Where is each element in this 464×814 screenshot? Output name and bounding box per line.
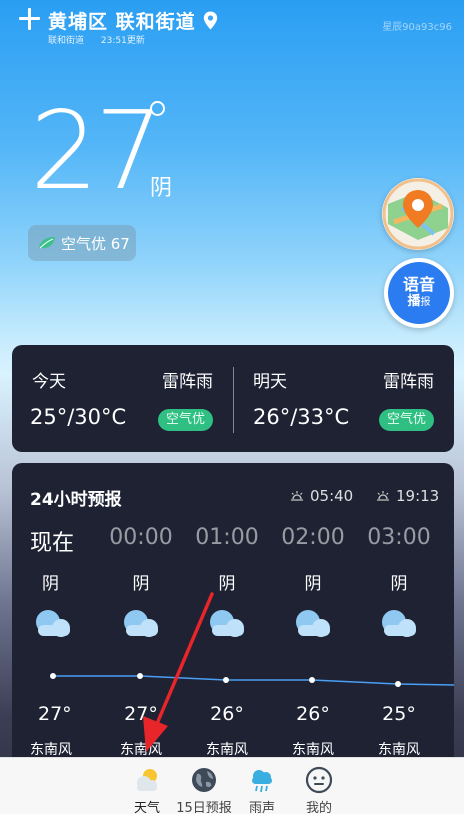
hour-temperature: 26° bbox=[210, 703, 244, 725]
day-summary-card[interactable]: 今天 雷阵雨 25°/30°C 空气优 明天 雷阵雨 26°/33°C 空气优 bbox=[12, 345, 454, 452]
top-bar: 黄埔区 联和街道 联和街道 23:51更新 星辰90a93c96 bbox=[0, 0, 464, 50]
current-condition: 阴 bbox=[150, 176, 173, 201]
cloud-icon bbox=[210, 610, 244, 637]
hour-time: 02:00 bbox=[281, 525, 345, 550]
hour-temperature: 25° bbox=[382, 703, 416, 725]
leaf-icon bbox=[39, 237, 55, 249]
current-temperature: 27 bbox=[30, 89, 163, 214]
hour-condition: 阴 bbox=[42, 574, 59, 594]
tab-mine[interactable]: 我的 bbox=[284, 758, 354, 814]
voice-broadcast-button[interactable]: 语音 播报 bbox=[384, 258, 454, 328]
hour-condition: 阴 bbox=[218, 574, 236, 594]
trend-point bbox=[223, 677, 229, 683]
tomorrow-temp-range: 26°/33°C bbox=[253, 405, 350, 429]
air-quality-text: 空气优 67 bbox=[61, 234, 130, 253]
hour-time: 01:00 bbox=[195, 525, 259, 550]
voice-label-line1: 语音 bbox=[402, 275, 435, 295]
cloud-icon bbox=[124, 610, 158, 637]
update-time: 23:51更新 bbox=[100, 36, 145, 46]
hour-temperature: 26° bbox=[296, 703, 330, 725]
cloud-icon bbox=[36, 610, 70, 637]
voice-broadcast-inner: 语音 播报 bbox=[388, 262, 450, 324]
today-temp-range: 25°/30°C bbox=[30, 405, 127, 429]
location-subtitle: 联和街道 23:51更新 bbox=[48, 33, 145, 46]
weather-icon bbox=[137, 769, 157, 791]
map-button[interactable] bbox=[382, 178, 454, 250]
cloud-icon bbox=[382, 610, 416, 637]
hour-time: 00:00 bbox=[109, 525, 173, 550]
air-quality-badge[interactable]: 空气优 67 bbox=[28, 225, 136, 261]
tomorrow-column[interactable]: 明天 雷阵雨 26°/33°C 空气优 bbox=[233, 345, 454, 452]
cloud-icon bbox=[296, 610, 330, 637]
tomorrow-aqi-badge: 空气优 bbox=[378, 409, 434, 431]
trend-point bbox=[50, 673, 56, 679]
hourly-forecast-card[interactable]: 24小时预报 05:40 19:13 现在 阴 27° 东南风 00:00 阴 … bbox=[12, 463, 454, 773]
hour-wind: 东南风 bbox=[120, 742, 162, 758]
tomorrow-label: 明天 bbox=[253, 372, 287, 392]
hour-wind: 东南风 bbox=[206, 742, 248, 758]
hour-condition: 阴 bbox=[390, 574, 408, 594]
today-aqi-badge: 空气优 bbox=[157, 409, 213, 431]
today-label: 今天 bbox=[32, 372, 66, 392]
today-column[interactable]: 今天 雷阵雨 25°/30°C 空气优 bbox=[12, 345, 233, 452]
sunrise-time: 05:40 bbox=[310, 487, 354, 505]
bottom-tab-bar: 天气 15日预报 雨声 我的 bbox=[0, 757, 464, 814]
rain-cloud-icon bbox=[252, 770, 272, 793]
trend-point bbox=[309, 677, 315, 683]
subtitle-area: 联和街道 bbox=[48, 36, 85, 46]
hour-wind: 东南风 bbox=[30, 742, 72, 758]
sunset: 19:13 bbox=[376, 487, 439, 505]
degree-symbol bbox=[150, 101, 165, 116]
location-pin-icon[interactable] bbox=[203, 11, 218, 30]
star-id-label: 星辰90a93c96 bbox=[382, 22, 452, 33]
sunrise: 05:40 bbox=[290, 487, 353, 505]
hour-temperature: 27° bbox=[38, 703, 72, 725]
sunset-icon bbox=[377, 491, 389, 501]
hour-condition: 阴 bbox=[132, 574, 150, 594]
face-icon bbox=[305, 766, 333, 794]
trend-point bbox=[395, 681, 401, 687]
globe-icon bbox=[192, 768, 216, 792]
hour-time: 03:00 bbox=[367, 525, 431, 550]
add-city-icon[interactable] bbox=[18, 6, 42, 32]
sunset-time: 19:13 bbox=[396, 487, 440, 505]
today-condition: 雷阵雨 bbox=[162, 372, 213, 392]
map-icon bbox=[382, 178, 454, 250]
sunrise-icon bbox=[291, 491, 303, 501]
hour-time: 现在 bbox=[30, 531, 75, 556]
tab-label: 我的 bbox=[305, 801, 332, 814]
hour-condition: 阴 bbox=[304, 574, 322, 594]
voice-label-line2: 播报 bbox=[407, 294, 431, 309]
hourly-title: 24小时预报 bbox=[30, 490, 122, 510]
location-title[interactable]: 黄埔区 联和街道 bbox=[48, 7, 196, 34]
trend-point bbox=[137, 673, 143, 679]
hour-temperature: 27° bbox=[124, 703, 158, 725]
hour-wind: 东南风 bbox=[292, 742, 334, 758]
tomorrow-condition: 雷阵雨 bbox=[383, 372, 434, 392]
hour-wind: 东南风 bbox=[378, 742, 420, 758]
